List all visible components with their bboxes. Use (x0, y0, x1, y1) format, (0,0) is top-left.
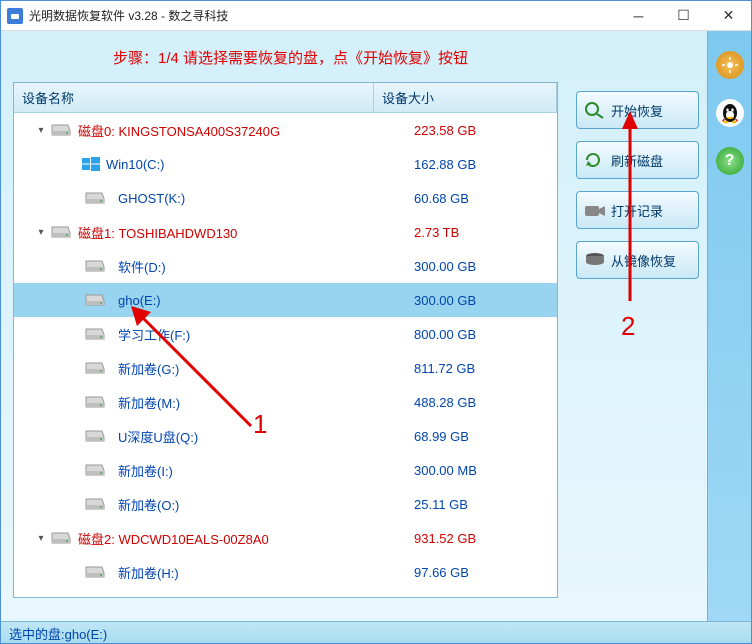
size-cell: 300.00 GB (390, 293, 557, 308)
drive-icon (84, 565, 106, 579)
drive-icon (84, 463, 106, 477)
device-table: 设备名称 设备大小 ▾ 磁盘0: KINGSTONSA400S37240G 223.… (13, 82, 558, 598)
size-cell: 223.58 GB (390, 123, 557, 138)
disk-stack-icon (583, 250, 607, 270)
partition-label: 学习工作(F:) (118, 325, 190, 344)
size-cell: 97.66 GB (390, 565, 557, 580)
from-image-button[interactable]: 从镜像恢复 (576, 241, 699, 279)
button-label: 开始恢复 (611, 101, 663, 120)
main-panel: 步骤：1/4 请选择需要恢复的盘，点《开始恢复》按钮 设备名称 设备大小 ▾ 磁盘… (1, 31, 572, 621)
windows-icon (82, 157, 100, 171)
refresh-icon (583, 150, 607, 170)
size-cell: 60.68 GB (390, 191, 557, 206)
partition-row[interactable]: 新加卷(M:) 488.28 GB (14, 385, 557, 419)
partition-row[interactable]: 新加卷(I:) 300.00 MB (14, 453, 557, 487)
partition-row[interactable]: gho(E:) 300.00 GB (14, 283, 557, 317)
device-label: 磁盘2: WDCWD10EALS-00Z8A0 (78, 529, 269, 548)
drive-icon (84, 293, 106, 307)
disk-row[interactable]: ▾ 磁盘1: TOSHIBAHDWD130 2.73 TB (14, 215, 557, 249)
disk-row[interactable]: ▾ 磁盘2: WDCWD10EALS-00Z8A0 931.52 GB (14, 521, 557, 555)
drive-icon (84, 259, 106, 273)
button-label: 从镜像恢复 (611, 251, 676, 270)
partition-label: 新加卷(I:) (118, 461, 173, 480)
partition-row[interactable]: 软件(D:) 300.00 GB (14, 249, 557, 283)
device-label: 磁盘0: KINGSTONSA400S37240G (78, 121, 280, 140)
size-cell: 25.11 GB (390, 497, 557, 512)
app-icon (7, 8, 23, 24)
button-label: 打开记录 (611, 201, 663, 220)
drive-icon (84, 191, 106, 205)
size-cell: 811.72 GB (390, 361, 557, 376)
partition-label: 新加卷(O:) (118, 495, 179, 514)
partition-row[interactable]: 学习工作(F:) 800.00 GB (14, 317, 557, 351)
qq-icon[interactable] (716, 99, 744, 127)
partition-label: 新加卷(G:) (118, 359, 179, 378)
camera-icon (583, 200, 607, 220)
size-cell: 300.00 GB (390, 259, 557, 274)
window-title: 光明数据恢复软件 v3.28 - 数之寻科技 (29, 7, 616, 24)
content-area: 步骤：1/4 请选择需要恢复的盘，点《开始恢复》按钮 设备名称 设备大小 ▾ 磁盘… (1, 31, 751, 621)
step-instruction: 步骤：1/4 请选择需要恢复的盘，点《开始恢复》按钮 (9, 39, 572, 82)
size-cell: 162.88 GB (390, 157, 557, 172)
magnifier-icon (583, 100, 607, 120)
settings-icon[interactable] (716, 51, 744, 79)
partition-row[interactable]: 新加卷(G:) 811.72 GB (14, 351, 557, 385)
size-cell: 488.28 GB (390, 395, 557, 410)
partition-label: 新加卷(M:) (118, 393, 180, 412)
refresh-button[interactable]: 刷新磁盘 (576, 141, 699, 179)
column-name[interactable]: 设备名称 (14, 83, 374, 112)
partition-label: gho(E:) (118, 293, 161, 308)
drive-icon (84, 429, 106, 443)
drive-icon (50, 123, 72, 137)
size-cell: 931.52 GB (390, 531, 557, 546)
partition-label: 软件(D:) (118, 257, 166, 276)
drive-icon (50, 531, 72, 545)
right-ribbon: ? (707, 31, 751, 621)
chevron-down-icon[interactable]: ▾ (34, 125, 48, 136)
open-log-button[interactable]: 打开记录 (576, 191, 699, 229)
size-cell: 800.00 GB (390, 327, 557, 342)
table-header: 设备名称 设备大小 (14, 83, 557, 113)
chevron-down-icon[interactable]: ▾ (34, 533, 48, 544)
titlebar: 光明数据恢复软件 v3.28 - 数之寻科技 ─ ☐ ✕ (1, 1, 751, 31)
partition-row[interactable]: 新加卷(O:) 25.11 GB (14, 487, 557, 521)
partition-row[interactable]: GHOST(K:) 60.68 GB (14, 181, 557, 215)
size-cell: 68.99 GB (390, 429, 557, 444)
partition-row[interactable]: U深度U盘(Q:) 68.99 GB (14, 419, 557, 453)
button-label: 刷新磁盘 (611, 151, 663, 170)
maximize-button[interactable]: ☐ (661, 1, 706, 31)
device-label: 磁盘1: TOSHIBAHDWD130 (78, 223, 237, 242)
partition-label: Win10(C:) (106, 157, 165, 172)
drive-icon (84, 327, 106, 341)
drive-icon (84, 361, 106, 375)
size-cell: 300.00 MB (390, 463, 557, 478)
drive-icon (84, 497, 106, 511)
partition-row[interactable]: 新加卷(H:) 97.66 GB (14, 555, 557, 589)
table-body: ▾ 磁盘0: KINGSTONSA400S37240G 223.58 GB Win10… (14, 113, 557, 597)
drive-icon (50, 225, 72, 239)
app-window: 光明数据恢复软件 v3.28 - 数之寻科技 ─ ☐ ✕ 步骤：1/4 请选择需… (0, 0, 752, 644)
minimize-button[interactable]: ─ (616, 1, 661, 31)
close-button[interactable]: ✕ (706, 1, 751, 31)
chevron-down-icon[interactable]: ▾ (34, 227, 48, 238)
size-cell: 2.73 TB (390, 225, 557, 240)
partition-label: 新加卷(H:) (118, 563, 179, 582)
help-icon[interactable]: ? (716, 147, 744, 175)
disk-row[interactable]: ▾ 磁盘0: KINGSTONSA400S37240G 223.58 GB (14, 113, 557, 147)
drive-icon (84, 395, 106, 409)
partition-label: GHOST(K:) (118, 191, 185, 206)
action-sidebar: 开始恢复 刷新磁盘 打开记录 从镜像恢复 (572, 31, 707, 621)
status-bar: 选中的盘:gho(E:) (1, 621, 751, 643)
column-size[interactable]: 设备大小 (374, 83, 557, 112)
start-recovery-button[interactable]: 开始恢复 (576, 91, 699, 129)
partition-label: U深度U盘(Q:) (118, 427, 198, 446)
partition-row[interactable]: Win10(C:) 162.88 GB (14, 147, 557, 181)
window-controls: ─ ☐ ✕ (616, 1, 751, 31)
